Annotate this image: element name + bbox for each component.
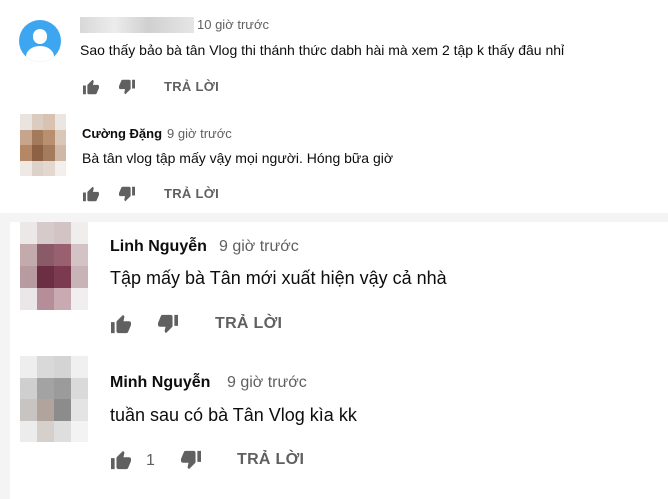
comments-panel-top: 10 giờ trước Sao thấy bảo bà tân Vlog th…: [0, 0, 668, 213]
like-button[interactable]: [110, 314, 132, 334]
thumbs-up-icon: [111, 314, 131, 334]
pixelated-avatar[interactable]: [20, 222, 88, 310]
comment-timestamp[interactable]: 9 giờ trước: [167, 126, 232, 141]
reply-button[interactable]: TRẢ LỜI: [164, 186, 219, 201]
redacted-author-name: [80, 17, 194, 33]
dislike-button[interactable]: [180, 450, 202, 470]
comment-timestamp[interactable]: 9 giờ trước: [219, 238, 299, 256]
thumbs-down-icon: [158, 314, 178, 334]
dislike-button[interactable]: [118, 79, 136, 95]
reply-button[interactable]: TRẢ LỜI: [164, 79, 219, 94]
comment-text: Tập mấy bà Tân mới xuất hiện vậy cả nhà: [110, 268, 447, 288]
pixelated-avatar[interactable]: [20, 114, 66, 176]
thumbs-up-icon: [83, 186, 99, 202]
dislike-button[interactable]: [118, 186, 136, 202]
comment-text: Bà tân vlog tập mấy vậy mọi người. Hóng …: [82, 150, 394, 166]
comment-text: Sao thấy bảo bà tân Vlog thi thánh thức …: [80, 42, 565, 58]
dislike-button[interactable]: [157, 314, 179, 334]
thumbs-up-icon: [83, 79, 99, 95]
like-button[interactable]: [82, 186, 100, 202]
thumbs-down-icon: [119, 79, 135, 95]
reply-button[interactable]: TRẢ LỜI: [237, 451, 304, 469]
like-button[interactable]: [110, 450, 132, 470]
thumbs-up-icon: [111, 450, 131, 470]
thumbs-down-icon: [119, 186, 135, 202]
thumbs-down-icon: [181, 450, 201, 470]
reply-button[interactable]: TRẢ LỜI: [215, 315, 282, 333]
comment-author[interactable]: Linh Nguyễn: [110, 238, 207, 256]
comment-text: tuần sau có bà Tân Vlog kìa kk: [110, 405, 357, 425]
user-avatar-icon[interactable]: [19, 20, 61, 62]
comment-author[interactable]: Minh Nguyễn: [110, 374, 210, 392]
comment-author[interactable]: Cường Đặng: [82, 126, 162, 141]
comment-timestamp[interactable]: 10 giờ trước: [197, 17, 269, 32]
comment-timestamp[interactable]: 9 giờ trước: [227, 374, 307, 392]
like-button[interactable]: [82, 79, 100, 95]
pixelated-avatar[interactable]: [20, 356, 88, 442]
like-count: 1: [146, 452, 155, 469]
comments-panel-bottom: Linh Nguyễn 9 giờ trước Tập mấy bà Tân m…: [10, 222, 668, 499]
